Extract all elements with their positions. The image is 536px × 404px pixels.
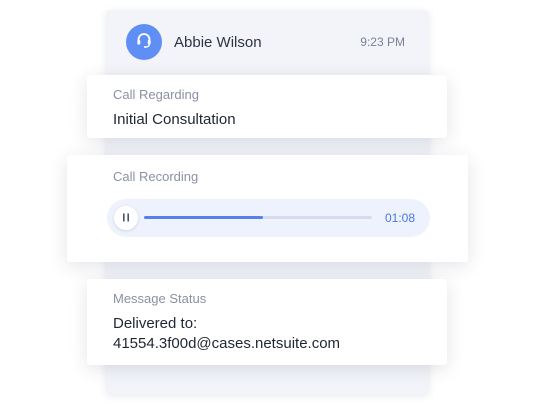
pause-button[interactable] bbox=[114, 206, 138, 230]
pause-icon bbox=[122, 209, 130, 227]
playback-time: 01:08 bbox=[385, 211, 416, 225]
playback-progress-fill bbox=[144, 216, 263, 219]
message-status-label: Message Status bbox=[113, 291, 207, 306]
playback-progress-bar[interactable] bbox=[144, 216, 372, 219]
audio-player: 01:08 bbox=[107, 199, 430, 237]
delivery-address: 41554.3f00d@cases.netsuite.com bbox=[113, 335, 341, 352]
call-regarding-label: Call Regarding bbox=[113, 87, 199, 102]
contact-name: Abbie Wilson bbox=[174, 33, 262, 51]
call-regarding-value: Initial Consultation bbox=[113, 111, 236, 128]
message-status-card: Message Status Delivered to: 41554.3f00d… bbox=[87, 279, 447, 365]
call-recording-label: Call Recording bbox=[113, 169, 199, 184]
message-timestamp: 9:23 PM bbox=[360, 35, 405, 49]
headset-icon bbox=[135, 31, 153, 54]
contact-avatar bbox=[126, 24, 162, 60]
delivery-status-text: Delivered to: bbox=[113, 315, 198, 332]
contact-header: Abbie Wilson 9:23 PM bbox=[126, 24, 411, 60]
call-regarding-card: Call Regarding Initial Consultation bbox=[87, 75, 447, 138]
